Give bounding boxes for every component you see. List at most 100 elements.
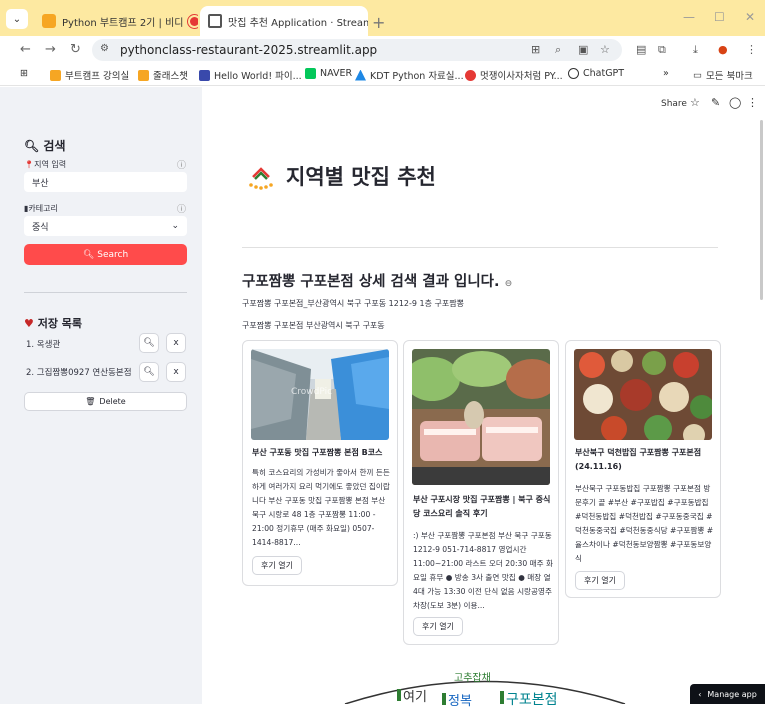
folder-icon: ▭ — [693, 69, 702, 81]
tab-label: Python 부트캠프 2기 | 비디 — [62, 17, 184, 29]
app-logo-icon — [249, 167, 273, 190]
url-field[interactable]: ⚙ pythonclass-restaurant-2025.streamlit.… — [92, 39, 622, 61]
saved-search-button[interactable]: 🔍︎ — [139, 333, 159, 353]
region-input[interactable]: 부산 — [24, 172, 187, 192]
result-heading: 구포짬뽕 구포본점 상세 검색 결과 입니다. ⊖ — [242, 274, 513, 290]
bootcamp-favicon-icon — [42, 14, 56, 28]
reload-icon[interactable]: ↻ — [70, 42, 81, 57]
github-icon[interactable]: ◯ — [729, 96, 741, 109]
app-menu-icon[interactable]: ⋮ — [747, 96, 758, 109]
manage-app-button[interactable]: ‹ Manage app — [690, 684, 765, 704]
maximize-icon[interactable]: ☐ — [714, 10, 725, 24]
streamlit-favicon-icon — [208, 14, 222, 28]
trash-icon: 🗑︎ — [85, 397, 96, 406]
translate-icon[interactable]: ⊞ — [531, 43, 540, 56]
delete-button[interactable]: 🗑︎ Delete — [24, 392, 187, 411]
bookmark-item[interactable]: 멋쟁이사자처럼 PY... — [465, 68, 563, 82]
watermark-text: CrowdPic — [291, 387, 333, 397]
download-icon[interactable]: ⤓ — [693, 43, 698, 57]
help-icon[interactable]: ⓘ — [177, 158, 186, 171]
magnifier-icon: 🔍︎ — [143, 367, 155, 377]
extensions-icon[interactable]: ⧉ — [658, 43, 666, 57]
wordcloud-word: 구포본점 — [500, 689, 558, 709]
open-review-button[interactable]: 후기 열기 — [413, 617, 463, 636]
tab-label: 맛집 추천 Application · Stream — [228, 17, 368, 29]
browser-menu-icon[interactable]: ⋮ — [746, 43, 757, 56]
bookmark-item[interactable]: Hello World! 파이... — [199, 68, 302, 82]
saved-remove-button[interactable]: x — [166, 362, 186, 382]
main-divider — [242, 247, 718, 248]
drive-icon — [355, 69, 366, 81]
pork-photo — [412, 349, 550, 485]
open-review-button[interactable]: 후기 열기 — [252, 556, 302, 575]
window-close-icon[interactable]: ✕ — [745, 10, 755, 24]
bookmark-item[interactable]: NAVER — [305, 68, 352, 79]
apps-grid-icon[interactable]: ⊞ — [20, 68, 28, 79]
minimize-icon[interactable]: — — [683, 10, 695, 24]
browser-tab-python[interactable]: Python 부트캠프 2기 | 비디 × — [34, 6, 198, 36]
dishes-photo — [574, 349, 712, 440]
star-icon[interactable]: ☆ — [690, 96, 700, 109]
bookmark-item[interactable]: ChatGPT — [568, 68, 624, 79]
saved-item-2: 2. 그집짬뽕0927 연산동본점 — [26, 368, 132, 378]
address-line: 구포짬뽕 구포본점 부산광역시 북구 구포동 — [242, 321, 385, 330]
card-description: :) 부산 구포짬뽕 구포본점 부산 북구 구포동 1212-9 051-714… — [413, 531, 553, 610]
recording-icon — [189, 16, 198, 26]
card-description: 특히 코스요리의 가성비가 좋아서 한끼 든든하게 여러가지 요리 먹기에도 좋… — [252, 468, 390, 547]
chevron-down-icon: ⌄ — [171, 221, 179, 231]
more-bookmarks-button[interactable]: » — [663, 68, 669, 79]
sidebar-search-title: 🔍︎ 검색 — [24, 139, 66, 153]
wordcloud-word: 정복 — [442, 690, 472, 709]
saved-search-button[interactable]: 🔍︎ — [139, 362, 159, 382]
category-select[interactable]: 중식 ⌄ — [24, 216, 187, 236]
link-icon[interactable]: ⊖ — [505, 279, 513, 289]
tab-search-icon[interactable]: ⌄ — [6, 9, 28, 29]
forward-icon[interactable]: → — [45, 42, 56, 57]
bookmark-item[interactable]: 줄래스챗 — [138, 68, 188, 82]
scrollbar[interactable] — [760, 120, 763, 300]
magnifier-icon: 🔍︎ — [24, 139, 40, 153]
category-label: ▮카테고리 — [24, 204, 58, 213]
magnifier-icon: 🔍︎ — [82, 249, 95, 260]
pin-icon: 📍︎ — [24, 160, 35, 169]
page-title: 지역별 맛집 추천 — [286, 165, 436, 189]
saved-item-1: 1. 옥생관 — [26, 340, 61, 350]
bootcamp-icon — [138, 69, 149, 81]
sidebar-divider — [24, 292, 187, 293]
card-title: 부산북구 덕천밥집 구포짬뽕 구포본점 (24.11.16) — [575, 448, 702, 471]
back-icon[interactable]: ← — [20, 42, 31, 57]
search-button[interactable]: 🔍︎ Search — [24, 244, 187, 265]
site-info-icon[interactable]: ⚙ — [100, 43, 109, 54]
open-review-button[interactable]: 후기 열기 — [575, 571, 625, 590]
bookmark-item[interactable]: 부트캠프 강의실 — [50, 68, 129, 82]
naver-icon — [305, 68, 316, 79]
zoom-icon[interactable]: ⌕ — [555, 43, 561, 57]
share-button[interactable]: Share — [661, 99, 687, 109]
profile-avatar-icon[interactable]: ● — [718, 43, 728, 56]
edit-pencil-icon[interactable]: ✎ — [711, 96, 720, 109]
review-card-1: CrowdPic 부산 구포동 맛집 구포짬뽕 본점 B코스 특히 코스요리의 … — [242, 340, 398, 586]
wordcloud-word: 여기 — [397, 686, 427, 705]
bookmark-star-icon[interactable]: ☆ — [600, 43, 610, 56]
alley-photo: CrowdPic — [251, 349, 389, 440]
chevron-left-icon: ‹ — [698, 689, 702, 699]
region-label: 📍︎지역 입력 — [24, 160, 67, 169]
bookmark-item[interactable]: KDT Python 자료실... — [355, 68, 464, 82]
review-card-3: 부산북구 덕천밥집 구포짬뽕 구포본점 (24.11.16) 부산북구 구포동밥… — [565, 340, 721, 598]
saved-remove-button[interactable]: x — [166, 333, 186, 353]
url-text: pythonclass-restaurant-2025.streamlit.ap… — [120, 43, 378, 57]
screenshot-icon[interactable]: ▣ — [578, 43, 588, 56]
help-icon[interactable]: ⓘ — [177, 202, 186, 215]
lion-icon — [465, 69, 476, 81]
card-title: 부산 구포동 맛집 구포짬뽕 본점 B코스 — [252, 448, 383, 457]
bootcamp-icon — [50, 69, 61, 81]
browser-tab-streamlit[interactable]: 맛집 추천 Application · Stream × — [200, 6, 368, 36]
heart-icon: ♥ — [24, 317, 34, 330]
all-bookmarks-folder[interactable]: ▭ 모든 북마크 — [693, 68, 753, 83]
reading-list-icon[interactable]: ▤ — [636, 43, 646, 56]
chatgpt-icon — [568, 68, 579, 79]
card-description: 부산북구 구포동밥집 구포짬뽕 구포본점 방문후기 끝 #부산 #구포밥집 #구… — [575, 484, 714, 563]
wordcloud-word: 고추잡채 — [454, 673, 491, 684]
new-tab-button[interactable]: + — [372, 13, 385, 32]
saved-list-title: ♥ 저장 목록 — [24, 317, 83, 330]
